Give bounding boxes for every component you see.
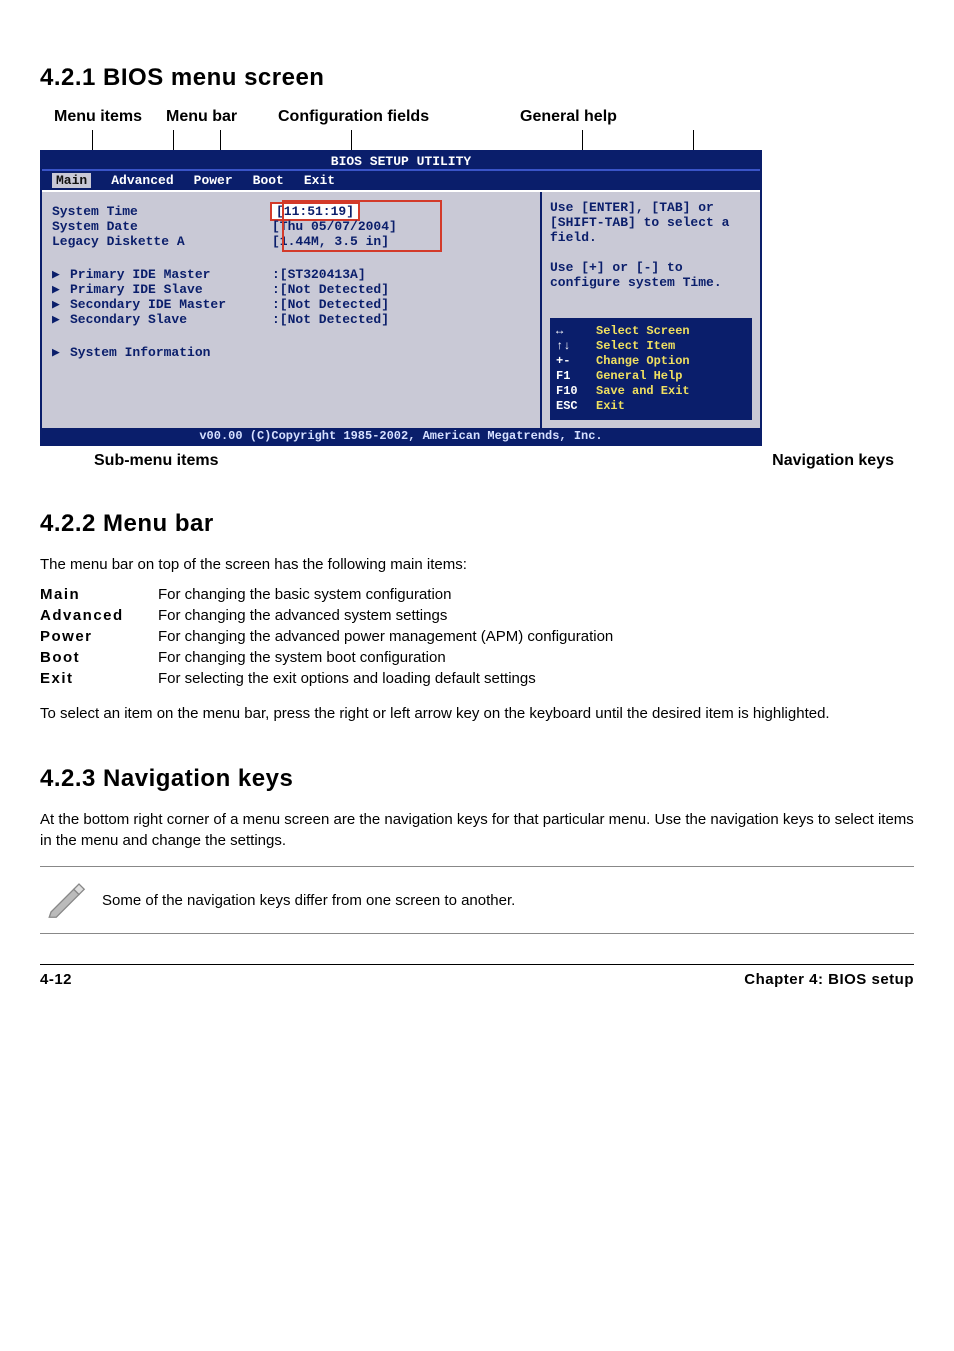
- value-secondary-ide-master: :[Not Detected]: [272, 297, 389, 312]
- chapter-title: Chapter 4: BIOS setup: [744, 971, 914, 988]
- bios-main-panel: System Time [11:51:19] System Date [Thu …: [42, 192, 540, 428]
- menu-bar-definitions: Main For changing the basic system confi…: [40, 586, 914, 687]
- submenu-primary-ide-slave[interactable]: Primary IDE Slave :[Not Detected]: [52, 282, 530, 297]
- value-primary-ide-slave: :[Not Detected]: [272, 282, 389, 297]
- callout-sub-menu-items: Sub-menu items: [94, 452, 218, 470]
- nav-exit: ESCExit: [556, 399, 746, 414]
- def-main: Main For changing the basic system confi…: [40, 586, 914, 603]
- label-secondary-slave: Secondary Slave: [52, 312, 272, 327]
- nav-save-exit: F10Save and Exit: [556, 384, 746, 399]
- def-term-advanced: Advanced: [40, 607, 158, 624]
- nav-change-option: +-Change Option: [556, 354, 746, 369]
- submenu-primary-ide-master[interactable]: Primary IDE Master :[ST320413A]: [52, 267, 530, 282]
- callout-navigation-keys: Navigation keys: [772, 452, 894, 470]
- callout-ticks-top: [54, 130, 914, 150]
- value-system-time[interactable]: [11:51:19]: [272, 204, 358, 219]
- field-system-time[interactable]: System Time [11:51:19]: [52, 204, 530, 219]
- callouts-top: Menu items Menu bar Configuration fields…: [54, 108, 914, 126]
- bios-menu-boot[interactable]: Boot: [253, 173, 284, 188]
- note-box: Some of the navigation keys differ from …: [40, 866, 914, 934]
- p-422-outro: To select an item on the menu bar, press…: [40, 703, 914, 725]
- label-primary-ide-master: Primary IDE Master: [52, 267, 272, 282]
- def-boot: Boot For changing the system boot config…: [40, 649, 914, 666]
- bios-help-text: Use [ENTER], [TAB] or [SHIFT-TAB] to sel…: [550, 200, 752, 290]
- bios-help-panel: Use [ENTER], [TAB] or [SHIFT-TAB] to sel…: [540, 192, 760, 428]
- def-term-exit: Exit: [40, 670, 158, 687]
- value-primary-ide-master: :[ST320413A]: [272, 267, 366, 282]
- submenu-system-information[interactable]: System Information: [52, 345, 530, 360]
- bios-menu-main[interactable]: Main: [52, 173, 91, 188]
- def-advanced: Advanced For changing the advanced syste…: [40, 607, 914, 624]
- bios-menu-advanced[interactable]: Advanced: [111, 173, 173, 188]
- label-system-time: System Time: [52, 204, 272, 219]
- bios-screenshot-figure: Menu items Menu bar Configuration fields…: [40, 108, 914, 470]
- heading-421: 4.2.1 BIOS menu screen: [40, 64, 914, 92]
- callout-config-fields: Configuration fields: [278, 108, 508, 126]
- value-legacy-diskette[interactable]: [1.44M, 3.5 in]: [272, 234, 389, 249]
- def-exit: Exit For selecting the exit options and …: [40, 670, 914, 687]
- page-number: 4-12: [40, 971, 72, 988]
- callout-menu-bar: Menu bar: [166, 108, 266, 126]
- def-desc-main: For changing the basic system configurat…: [158, 586, 914, 603]
- def-term-power: Power: [40, 628, 158, 645]
- field-legacy-diskette[interactable]: Legacy Diskette A [1.44M, 3.5 in]: [52, 234, 530, 249]
- def-desc-boot: For changing the system boot configurati…: [158, 649, 914, 666]
- label-secondary-ide-master: Secondary IDE Master: [52, 297, 272, 312]
- field-system-date[interactable]: System Date [Thu 05/07/2004]: [52, 219, 530, 234]
- bios-title: BIOS SETUP UTILITY: [42, 152, 760, 171]
- label-system-information: System Information: [52, 345, 272, 360]
- p-422-intro: The menu bar on top of the screen has th…: [40, 554, 914, 576]
- bios-menubar: Main Advanced Power Boot Exit: [42, 171, 760, 190]
- pencil-icon: [44, 877, 86, 923]
- def-desc-exit: For selecting the exit options and loadi…: [158, 670, 914, 687]
- bios-menu-power[interactable]: Power: [194, 173, 233, 188]
- bios-copyright: v00.00 (C)Copyright 1985-2002, American …: [42, 428, 760, 444]
- submenu-secondary-ide-master[interactable]: Secondary IDE Master :[Not Detected]: [52, 297, 530, 312]
- heading-422: 4.2.2 Menu bar: [40, 510, 914, 538]
- bios-screen: BIOS SETUP UTILITY Main Advanced Power B…: [40, 150, 762, 446]
- def-term-boot: Boot: [40, 649, 158, 666]
- label-primary-ide-slave: Primary IDE Slave: [52, 282, 272, 297]
- label-system-date: System Date: [52, 219, 272, 234]
- nav-select-screen: ↔Select Screen: [556, 324, 746, 339]
- value-system-date[interactable]: [Thu 05/07/2004]: [272, 219, 397, 234]
- bios-menu-exit[interactable]: Exit: [304, 173, 335, 188]
- callout-general-help: General help: [520, 108, 617, 126]
- heading-423: 4.2.3 Navigation keys: [40, 765, 914, 793]
- value-secondary-slave: :[Not Detected]: [272, 312, 389, 327]
- bios-nav-keys: ↔Select Screen ↑↓Select Item +-Change Op…: [550, 318, 752, 420]
- label-legacy-diskette: Legacy Diskette A: [52, 234, 272, 249]
- callout-menu-items: Menu items: [54, 108, 154, 126]
- submenu-secondary-slave[interactable]: Secondary Slave :[Not Detected]: [52, 312, 530, 327]
- callouts-bottom: Sub-menu items Navigation keys: [54, 452, 914, 470]
- def-power: Power For changing the advanced power ma…: [40, 628, 914, 645]
- page-footer: 4-12 Chapter 4: BIOS setup: [40, 964, 914, 988]
- def-desc-advanced: For changing the advanced system setting…: [158, 607, 914, 624]
- nav-general-help: F1General Help: [556, 369, 746, 384]
- note-text: Some of the navigation keys differ from …: [102, 892, 910, 909]
- def-term-main: Main: [40, 586, 158, 603]
- nav-select-item: ↑↓Select Item: [556, 339, 746, 354]
- def-desc-power: For changing the advanced power manageme…: [158, 628, 914, 645]
- p-423: At the bottom right corner of a menu scr…: [40, 809, 914, 853]
